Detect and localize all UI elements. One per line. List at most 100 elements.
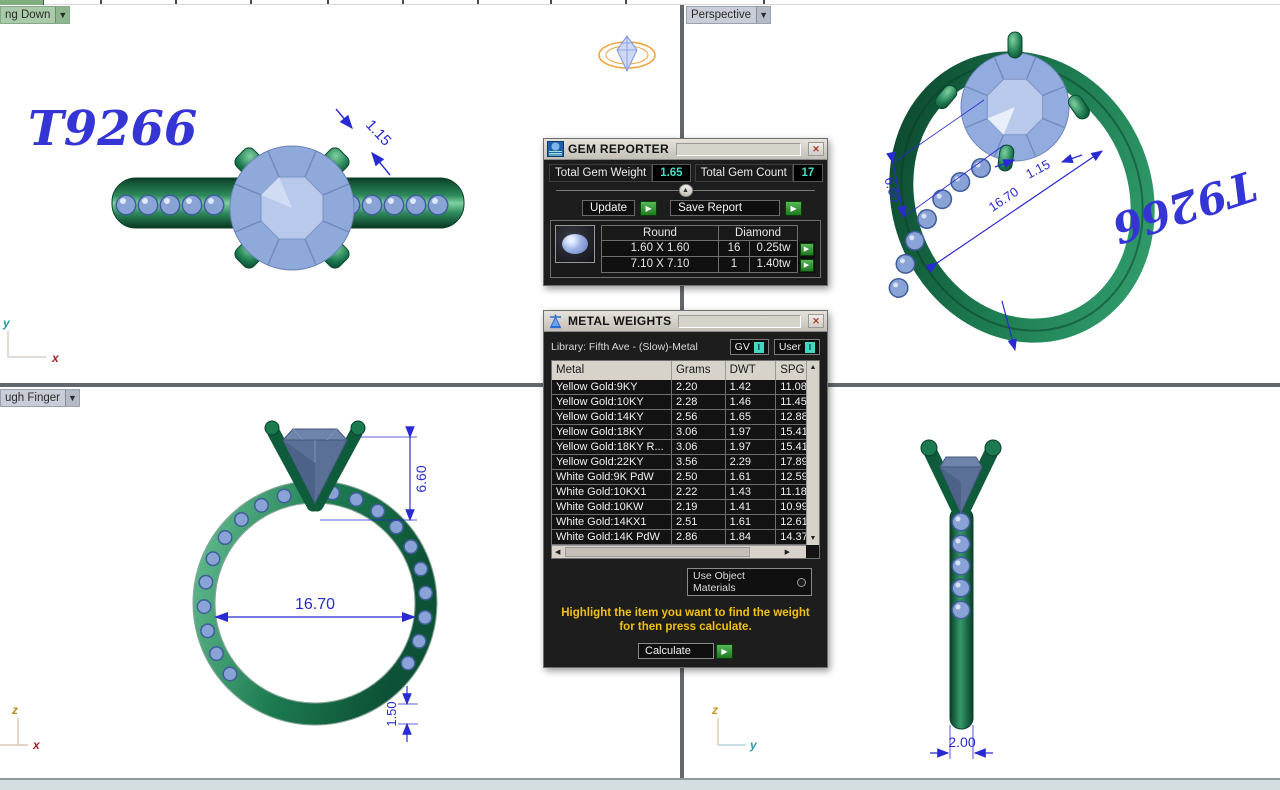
dwt-cell: 1.43 <box>726 485 777 499</box>
svg-text:z: z <box>11 703 18 717</box>
metal-weights-titlebar[interactable]: METAL WEIGHTS ✕ <box>544 311 827 332</box>
table-row[interactable]: Yellow Gold:18KY3.061.9715.41 <box>552 425 806 440</box>
column-header: DWT <box>726 361 777 380</box>
use-object-materials-button[interactable]: Use Object Materials <box>687 568 812 596</box>
viewport-tab-through-finger[interactable]: ugh Finger ▼ <box>0 389 80 407</box>
svg-text:x: x <box>51 351 60 365</box>
scroll-up-icon[interactable]: ▲ <box>810 361 817 374</box>
close-icon[interactable]: ✕ <box>808 314 824 328</box>
axis-gizmo: z y <box>711 703 758 752</box>
gem-count-cell: 16 <box>719 241 750 257</box>
scroll-down-icon[interactable]: ▼ <box>810 532 817 545</box>
viewport-tab-label: ng Down <box>1 7 55 23</box>
grams-cell: 3.56 <box>672 455 726 469</box>
dwt-cell: 1.97 <box>726 440 777 454</box>
dwt-cell: 1.41 <box>726 500 777 514</box>
table-row[interactable]: 1.60 X 1.60160.25tw▶ <box>601 241 816 257</box>
table-row[interactable]: Yellow Gold:22KY3.562.2917.89 <box>552 455 806 470</box>
total-gem-weight-label: Total Gem Weight <box>549 164 652 182</box>
wireframe-ring-object[interactable] <box>599 36 655 71</box>
metal-table-body: Yellow Gold:9KY2.201.4211.08Yellow Gold:… <box>552 380 806 545</box>
play-icon[interactable]: ▶ <box>716 644 733 659</box>
collapse-row: ▲ <box>556 184 815 197</box>
metal-table: Metal Grams DWT SPG Yellow Gold:9KY2.201… <box>551 360 820 559</box>
spg-cell: 11.18 <box>776 485 806 499</box>
scroll-right-icon[interactable]: ▶ <box>785 548 790 556</box>
scroll-left-icon[interactable]: ◀ <box>555 548 560 556</box>
dwt-cell: 1.84 <box>726 530 777 544</box>
viewport-tab-perspective[interactable]: Perspective ▼ <box>686 6 771 24</box>
gem-reporter-icon <box>547 141 564 157</box>
viewport-tab-looking-down[interactable]: ng Down ▼ <box>0 6 70 24</box>
table-row[interactable]: Yellow Gold:10KY2.281.4611.45 <box>552 395 806 410</box>
gem-image <box>562 234 588 254</box>
toolbar-active-button[interactable] <box>0 0 44 5</box>
svg-text:y: y <box>749 738 758 752</box>
save-report-button[interactable]: Save Report <box>670 200 780 216</box>
ring-model-side-view[interactable] <box>921 440 1001 729</box>
table-row[interactable]: White Gold:14KX12.511.6112.61 <box>552 515 806 530</box>
update-button[interactable]: Update <box>582 200 635 216</box>
chevron-down-icon[interactable]: ▼ <box>65 390 79 406</box>
ring-model-top-view[interactable] <box>112 145 464 271</box>
dimension-diameter: 16.70 <box>214 596 416 622</box>
gem-reporter-titlebar[interactable]: GEM REPORTER ✕ <box>544 139 827 160</box>
dwt-cell: 1.61 <box>726 470 777 484</box>
metal-name-cell: Yellow Gold:14KY <box>552 410 672 424</box>
play-icon[interactable]: ▶ <box>800 243 814 256</box>
dwt-cell: 1.97 <box>726 425 777 439</box>
table-row[interactable]: White Gold:9K PdW2.501.6112.59 <box>552 470 806 485</box>
svg-text:1.15: 1.15 <box>362 116 394 149</box>
metal-name-cell: Yellow Gold:22KY <box>552 455 672 469</box>
metal-weights-panel: METAL WEIGHTS ✕ Library: Fifth Ave - (Sl… <box>543 310 828 668</box>
table-row[interactable]: White Gold:10KW2.191.4110.99 <box>552 500 806 515</box>
svg-text:1.50: 1.50 <box>384 701 399 726</box>
viewport-tab-label: Perspective <box>687 7 756 23</box>
spg-cell: 15.41 <box>776 425 806 439</box>
spg-cell: 11.08 <box>776 380 806 394</box>
total-gem-count-value: 17 <box>793 164 823 182</box>
metal-name-cell: Yellow Gold:10KY <box>552 395 672 409</box>
chevron-down-icon[interactable]: ▼ <box>55 7 69 23</box>
svg-text:z: z <box>711 703 718 717</box>
gv-toggle-button[interactable]: GV I <box>730 339 769 355</box>
user-toggle-button[interactable]: User I <box>774 339 820 355</box>
scrollbar-thumb[interactable] <box>565 547 750 557</box>
metal-name-cell: Yellow Gold:9KY <box>552 380 672 394</box>
ring-model-perspective[interactable] <box>862 27 1183 368</box>
panel-title: METAL WEIGHTS <box>568 314 671 328</box>
table-row[interactable]: Yellow Gold:18KY R...3.061.9715.41 <box>552 440 806 455</box>
table-row[interactable]: White Gold:10KX12.221.4311.18 <box>552 485 806 500</box>
svg-text:1.15: 1.15 <box>1023 156 1052 181</box>
vertical-scrollbar[interactable]: ▲ ▼ <box>806 361 819 545</box>
play-icon[interactable]: ▶ <box>800 259 814 272</box>
gem-size-cell: 1.60 X 1.60 <box>601 241 719 257</box>
ring-model-front-view[interactable] <box>193 421 437 725</box>
metal-name-cell: White Gold:9K PdW <box>552 470 672 484</box>
grams-cell: 2.22 <box>672 485 726 499</box>
prong <box>1008 32 1022 58</box>
table-row[interactable]: Yellow Gold:9KY2.201.4211.08 <box>552 380 806 395</box>
hint-text: Highlight the item you want to find the … <box>555 606 817 634</box>
dimension-band-width: 2.00 <box>930 725 993 759</box>
collapse-icon[interactable]: ▲ <box>679 184 693 197</box>
calculate-button[interactable]: Calculate <box>638 643 714 659</box>
horizontal-scrollbar[interactable]: ◀ ▶ <box>552 545 806 558</box>
chevron-down-icon[interactable]: ▼ <box>756 7 770 23</box>
table-row[interactable]: 7.10 X 7.1011.40tw▶ <box>601 257 816 273</box>
gem-table: Round Diamond 1.60 X 1.60160.25tw▶7.10 X… <box>550 220 821 278</box>
close-icon[interactable]: ✕ <box>808 142 824 156</box>
gem-weight-cell: 0.25tw <box>750 241 798 257</box>
dwt-cell: 2.29 <box>726 455 777 469</box>
spg-cell: 11.45 <box>776 395 806 409</box>
column-header: Grams <box>672 361 726 380</box>
metal-table-header: Metal Grams DWT SPG <box>552 361 806 380</box>
table-row[interactable]: White Gold:14K PdW2.861.8414.37 <box>552 530 806 545</box>
gem-table-body: 1.60 X 1.60160.25tw▶7.10 X 7.1011.40tw▶ <box>601 241 816 273</box>
grams-cell: 2.86 <box>672 530 726 544</box>
radio-icon <box>797 578 806 587</box>
play-icon[interactable]: ▶ <box>785 201 802 216</box>
table-row[interactable]: Yellow Gold:14KY2.561.6512.88 <box>552 410 806 425</box>
play-icon[interactable]: ▶ <box>640 201 657 216</box>
gem-thumbnail[interactable] <box>555 225 595 263</box>
